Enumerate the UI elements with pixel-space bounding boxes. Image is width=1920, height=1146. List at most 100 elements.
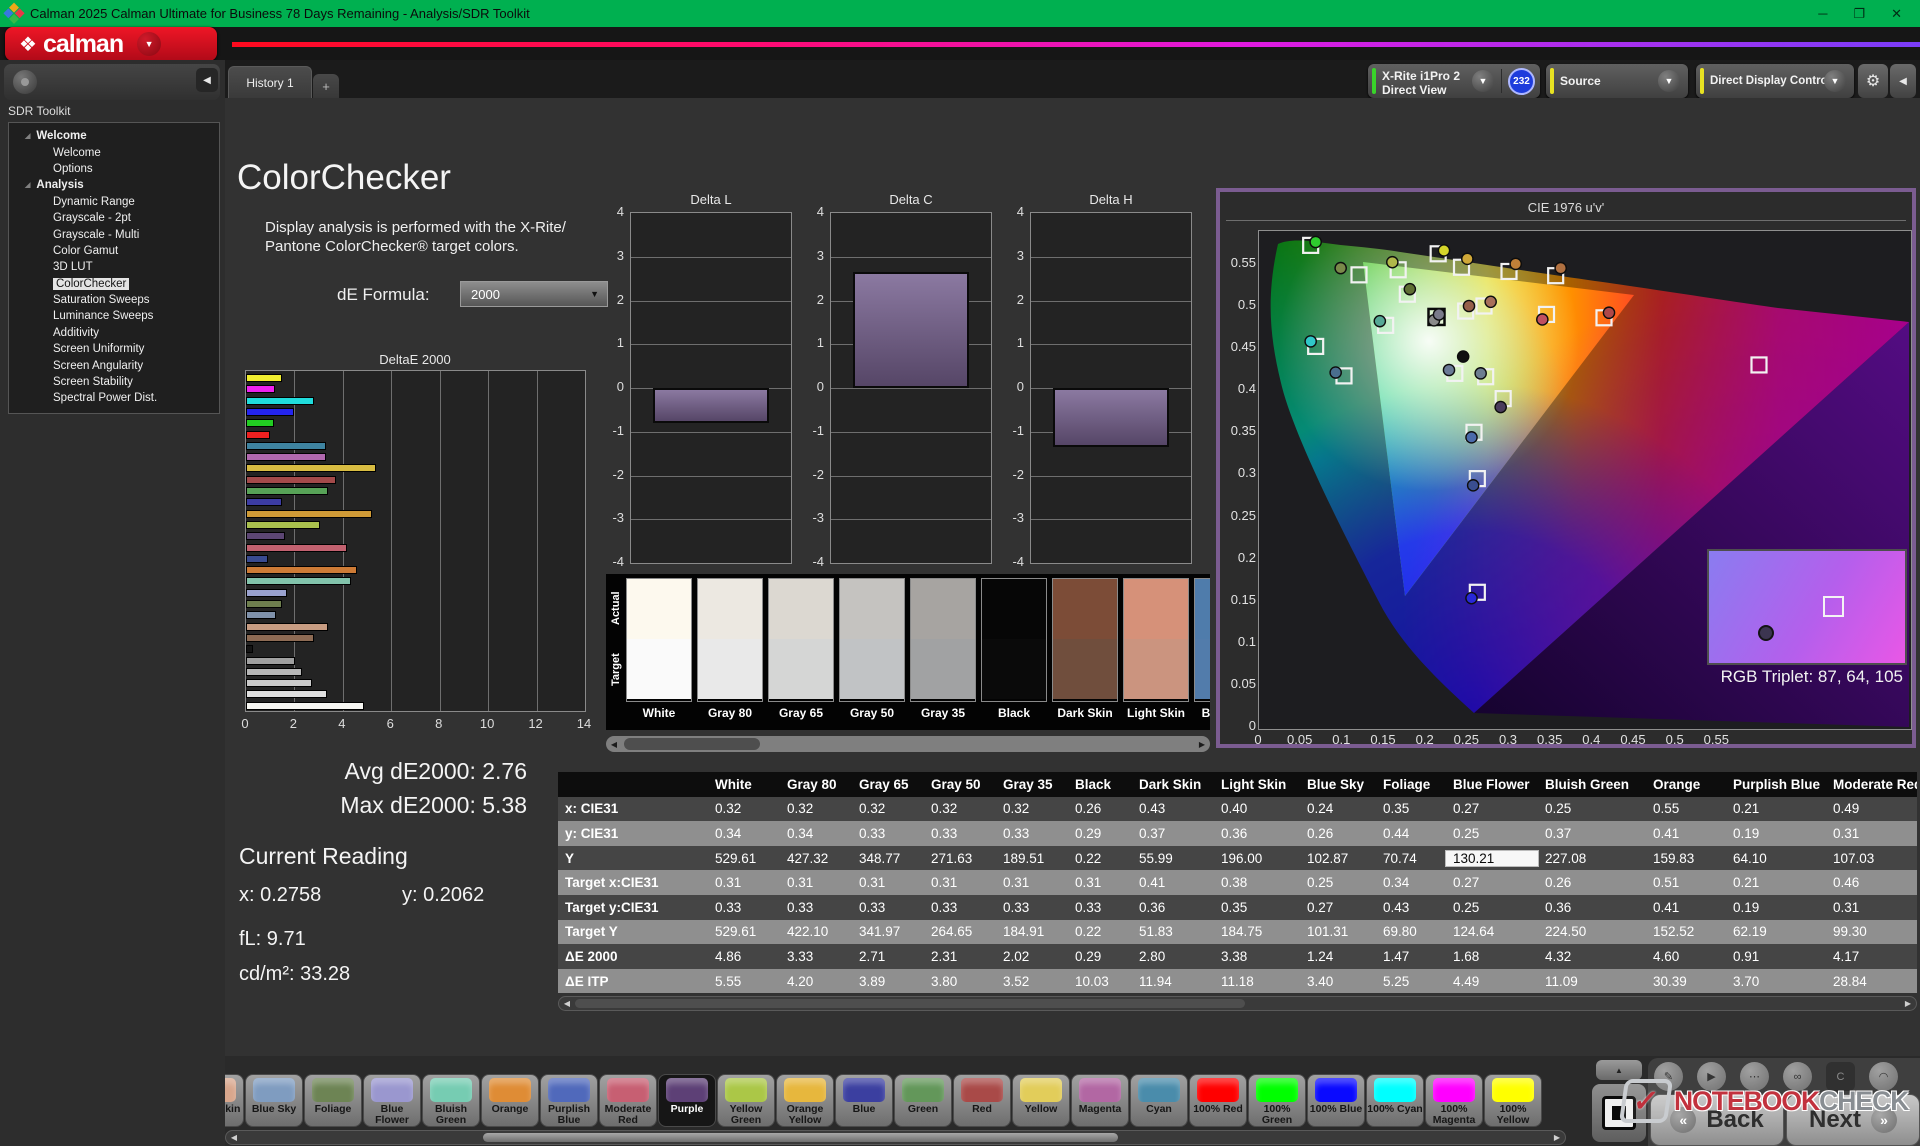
layout-stop-button[interactable]: [1592, 1084, 1646, 1142]
table-cell: 0.33: [924, 900, 996, 915]
sidebar-item-options[interactable]: Options: [9, 161, 219, 177]
sidebar-item-colorchecker[interactable]: ColorChecker: [9, 276, 219, 292]
patch-button-blue[interactable]: Blue: [835, 1074, 893, 1127]
footer-mini-icons: ✎ ▶ ⋯ ∞ C ◠: [1654, 1062, 1918, 1092]
scroll-right-icon[interactable]: ▶: [1549, 1133, 1565, 1142]
patch-button-100-yellow[interactable]: 100% Yellow: [1484, 1074, 1542, 1127]
scroll-right-icon[interactable]: ▶: [1194, 740, 1210, 749]
patch-button-bluish-green[interactable]: Bluish Green: [422, 1074, 480, 1127]
sidebar-item-3d-lut[interactable]: 3D LUT: [9, 259, 219, 275]
measured-dot-marker: [1443, 364, 1454, 375]
sidebar-item-grayscale-2pt[interactable]: Grayscale - 2pt: [9, 210, 219, 226]
patch-button-purple[interactable]: Purple: [658, 1074, 716, 1127]
sidebar-item-welcome[interactable]: ◢ Welcome: [9, 128, 219, 144]
patch-button-red[interactable]: Red: [953, 1074, 1011, 1127]
patch-button-moderate-red[interactable]: Moderate Red: [599, 1074, 657, 1127]
patch-button-light-skin[interactable]: Light Skin: [225, 1074, 244, 1127]
table-scroll-thumb[interactable]: [575, 999, 1245, 1008]
footer-icon-2[interactable]: ⋯: [1740, 1062, 1769, 1091]
sidebar-item-color-gamut[interactable]: Color Gamut: [9, 243, 219, 259]
scroll-left-icon[interactable]: ◀: [226, 1133, 242, 1142]
sidebar-item-label: Welcome: [36, 130, 86, 142]
sidebar-item-spectral-power-dist-[interactable]: Spectral Power Dist.: [9, 390, 219, 406]
minimize-button[interactable]: ─: [1818, 6, 1827, 22]
back-button[interactable]: « Back: [1650, 1094, 1784, 1146]
patch-button-label: Light Skin: [225, 1102, 243, 1115]
add-tab-button[interactable]: +: [313, 74, 339, 98]
rgb-triplet-swatch: [1707, 549, 1907, 665]
sidebar-record-button[interactable]: [13, 70, 37, 94]
sidebar-item-screen-stability[interactable]: Screen Stability: [9, 374, 219, 390]
patch-button-100-blue[interactable]: 100% Blue: [1307, 1074, 1365, 1127]
deltac-plot: [830, 212, 992, 564]
table-scrollbar[interactable]: ◀ ▶: [558, 996, 1917, 1011]
display-control-dropdown[interactable]: Direct Display Control ▼: [1696, 64, 1854, 98]
patch-button-foliage[interactable]: Foliage: [304, 1074, 362, 1127]
swatch-scrollbar[interactable]: ◀ ▶: [606, 736, 1210, 752]
table-cell: 11.09: [1538, 974, 1646, 989]
source-dropdown[interactable]: Source ▼: [1546, 64, 1688, 98]
table-cell: 227.08: [1538, 851, 1646, 866]
scroll-left-icon[interactable]: ◀: [606, 740, 622, 749]
panel-collapse-button[interactable]: ◀: [1890, 64, 1916, 98]
expand-icon[interactable]: ◢: [25, 181, 30, 189]
sidebar-item-welcome[interactable]: Welcome: [9, 144, 219, 160]
sidebar-item-luminance-sweeps[interactable]: Luminance Sweeps: [9, 308, 219, 324]
next-button[interactable]: Next »: [1786, 1094, 1920, 1146]
close-button[interactable]: ✕: [1891, 6, 1902, 22]
expand-icon[interactable]: ◢: [25, 132, 30, 140]
patch-scroll-thumb[interactable]: [483, 1133, 1118, 1142]
sidebar-item-analysis[interactable]: ◢Analysis: [9, 177, 219, 193]
patch-button-magenta[interactable]: Magenta: [1071, 1074, 1129, 1127]
settings-button[interactable]: ⚙: [1858, 64, 1888, 98]
patch-button-purplish-blue[interactable]: Purplish Blue: [540, 1074, 598, 1127]
sidebar-item-grayscale-multi[interactable]: Grayscale - Multi: [9, 226, 219, 242]
patch-button-100-green[interactable]: 100% Green: [1248, 1074, 1306, 1127]
sidebar-item-screen-angularity[interactable]: Screen Angularity: [9, 357, 219, 373]
deltal-plot: [630, 212, 792, 564]
de-formula-select[interactable]: 2000 ▼: [460, 281, 608, 307]
patch-button-100-magenta[interactable]: 100% Magenta: [1425, 1074, 1483, 1127]
table-row-y: Y529.61427.32348.77271.63189.510.2255.99…: [558, 846, 1917, 871]
sidebar-item-additivity[interactable]: Additivity: [9, 325, 219, 341]
patch-button-orange[interactable]: Orange: [481, 1074, 539, 1127]
table-cell: 529.61: [708, 924, 780, 939]
patch-button-100-red[interactable]: 100% Red: [1189, 1074, 1247, 1127]
patch-button-yellow[interactable]: Yellow: [1012, 1074, 1070, 1127]
patch-button-100-cyan[interactable]: 100% Cyan: [1366, 1074, 1424, 1127]
scroll-right-icon[interactable]: ▶: [1900, 999, 1916, 1008]
maximize-button[interactable]: ❐: [1853, 6, 1865, 22]
sidebar-item-dynamic-range[interactable]: Dynamic Range: [9, 194, 219, 210]
sidebar-item-saturation-sweeps[interactable]: Saturation Sweeps: [9, 292, 219, 308]
compare-swatch-label: Blue Sky: [1194, 702, 1210, 720]
patch-button-cyan[interactable]: Cyan: [1130, 1074, 1188, 1127]
patch-button-blue-sky[interactable]: Blue Sky: [245, 1074, 303, 1127]
highlighted-cell[interactable]: 130.21: [1446, 851, 1538, 866]
table-cell: 0.27: [1446, 801, 1538, 816]
footer-icon-4[interactable]: C: [1826, 1062, 1855, 1091]
scroll-left-icon[interactable]: ◀: [559, 999, 575, 1008]
sidebar-item-label: Screen Stability: [53, 376, 133, 388]
tab-history-1[interactable]: History 1: [228, 66, 312, 98]
swatch-scroll-thumb[interactable]: [624, 738, 760, 750]
table-cell: 4.86: [708, 949, 780, 964]
footer-icon-0[interactable]: ✎: [1654, 1062, 1683, 1091]
meter-count-badge[interactable]: 232: [1508, 68, 1535, 95]
patch-button-orange-yellow[interactable]: Orange Yellow: [776, 1074, 834, 1127]
footer-icon-5[interactable]: ◠: [1869, 1062, 1898, 1091]
footer-icon-1[interactable]: ▶: [1697, 1062, 1726, 1091]
calman-menu-button[interactable]: ❖ calman ▼: [5, 27, 217, 61]
patch-scrollbar[interactable]: ◀ ▶: [225, 1130, 1566, 1145]
column-header-dark-skin: Dark Skin: [1132, 777, 1214, 792]
meter-dropdown[interactable]: X-Rite i1Pro 2 Direct View ▼ 232: [1368, 64, 1540, 98]
sidebar-collapse-button[interactable]: ◀: [196, 68, 218, 92]
strip-up-button[interactable]: ▲: [1596, 1060, 1642, 1080]
table-cell: 0.31: [852, 875, 924, 890]
footer-icon-3[interactable]: ∞: [1783, 1062, 1812, 1091]
sidebar-item-screen-uniformity[interactable]: Screen Uniformity: [9, 341, 219, 357]
patch-button-blue-flower[interactable]: Blue Flower: [363, 1074, 421, 1127]
patch-color-swatch: [225, 1078, 236, 1102]
column-header-purplish-blue: Purplish Blue: [1726, 777, 1826, 792]
patch-button-yellow-green[interactable]: Yellow Green: [717, 1074, 775, 1127]
patch-button-green[interactable]: Green: [894, 1074, 952, 1127]
